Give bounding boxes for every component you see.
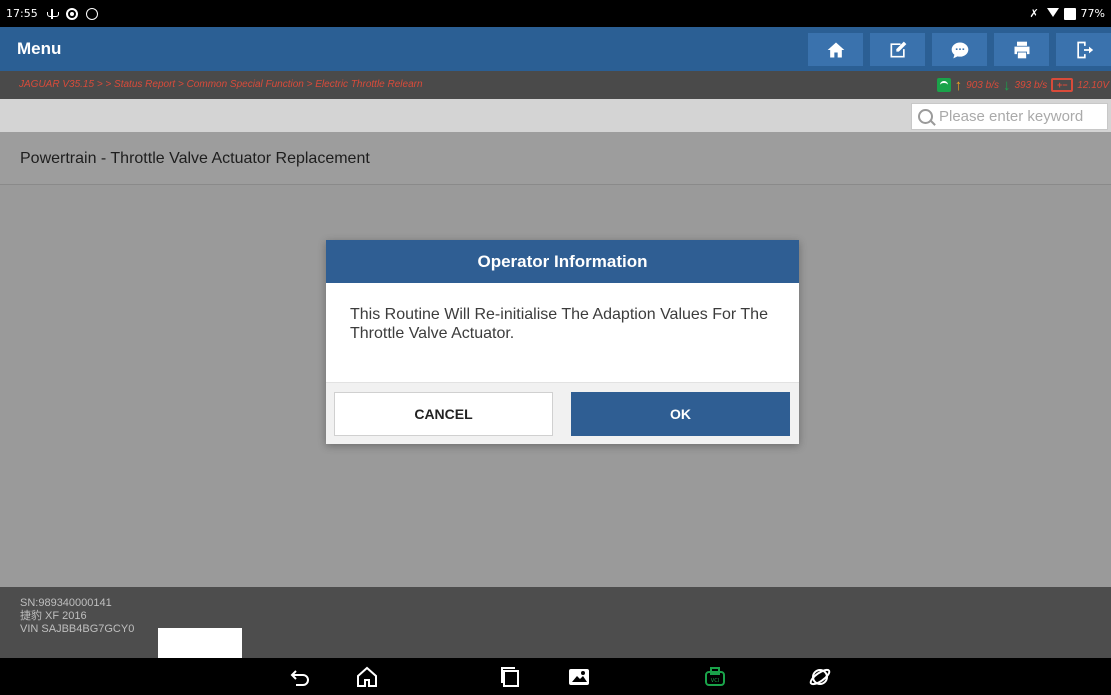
header-toolbar: [801, 33, 1111, 66]
breadcrumb-bar: JAGUAR V35.15 > > Status Report > Common…: [0, 71, 1111, 99]
exit-icon: [1076, 41, 1093, 58]
gallery-icon: [569, 669, 589, 685]
mute-icon: ✗: [1029, 6, 1039, 20]
chat-icon: [85, 7, 98, 20]
print-button[interactable]: [994, 33, 1049, 66]
wifi-icon: [1046, 7, 1059, 20]
car-battery-icon: +−: [1051, 78, 1074, 92]
recents-icon: [501, 667, 519, 687]
status-bar: 17:55 ✗ 77%: [0, 0, 1111, 27]
vci-icon: VCI: [705, 667, 725, 686]
download-rate: 393 b/s: [1014, 79, 1048, 91]
exit-button[interactable]: [1056, 33, 1111, 66]
edit-icon: [890, 41, 906, 57]
dialog-footer: CANCEL OK: [326, 382, 799, 444]
browser-icon: [809, 668, 831, 686]
message-button[interactable]: [932, 33, 987, 66]
battery-icon: [1063, 7, 1076, 20]
message-icon: [951, 42, 968, 58]
app-header: Menu: [0, 27, 1111, 71]
android-navbar: VCI: [0, 658, 1111, 695]
print-icon: [1014, 41, 1029, 58]
breadcrumb: JAGUAR V35.15 > > Status Report > Common…: [19, 79, 423, 90]
gallery-button[interactable]: [567, 665, 591, 689]
home-nav-button[interactable]: [355, 665, 379, 689]
back-button[interactable]: [288, 665, 312, 689]
menu-title[interactable]: Menu: [17, 27, 61, 71]
home-button[interactable]: [808, 33, 863, 66]
upload-rate: 903 b/s: [966, 79, 999, 91]
redaction-box: [158, 628, 242, 659]
vehicle-info: SN:989340000141 捷豹 XF 2016 VIN SAJBB4BG7…: [20, 597, 134, 636]
signal-icon: [936, 78, 951, 92]
vin-number: VIN SAJBB4BG7GCY0: [20, 623, 135, 635]
cancel-button[interactable]: CANCEL: [334, 392, 553, 436]
function-title: Powertrain - Throttle Valve Actuator Rep…: [20, 150, 370, 167]
browser-button[interactable]: [808, 665, 832, 689]
search-icon: [918, 109, 933, 124]
voltage-readout: 12.10V: [1077, 79, 1109, 91]
svg-text:VCI: VCI: [711, 678, 719, 684]
edit-button[interactable]: [870, 33, 925, 66]
status-time: 17:55: [6, 7, 38, 20]
upload-arrow-icon: ↑: [954, 76, 963, 94]
usb-icon: [46, 8, 59, 20]
search-box[interactable]: [911, 103, 1108, 130]
vci-button[interactable]: VCI: [703, 665, 727, 689]
recents-button[interactable]: [498, 665, 522, 689]
search-row: [0, 99, 1111, 132]
connection-stats: ↑ 903 b/s ↓ 393 b/s +− 12.10V: [936, 71, 1109, 99]
gear-icon: [65, 7, 78, 20]
back-icon: [290, 670, 309, 686]
dialog-title: Operator Information: [326, 240, 799, 283]
serial-number: SN:989340000141: [20, 597, 112, 609]
operator-info-dialog: Operator Information This Routine Will R…: [326, 240, 799, 444]
dialog-message: This Routine Will Re-initialise The Adap…: [350, 306, 768, 342]
home-icon: [827, 42, 844, 57]
vehicle-model: 捷豹 XF 2016: [20, 610, 87, 622]
search-input[interactable]: [939, 108, 1104, 125]
battery-percent: 77%: [1080, 7, 1105, 20]
download-arrow-icon: ↓: [1002, 76, 1011, 94]
function-list-item[interactable]: Powertrain - Throttle Valve Actuator Rep…: [0, 132, 1111, 185]
ok-button[interactable]: OK: [571, 392, 790, 436]
home-nav-icon: [357, 666, 377, 687]
